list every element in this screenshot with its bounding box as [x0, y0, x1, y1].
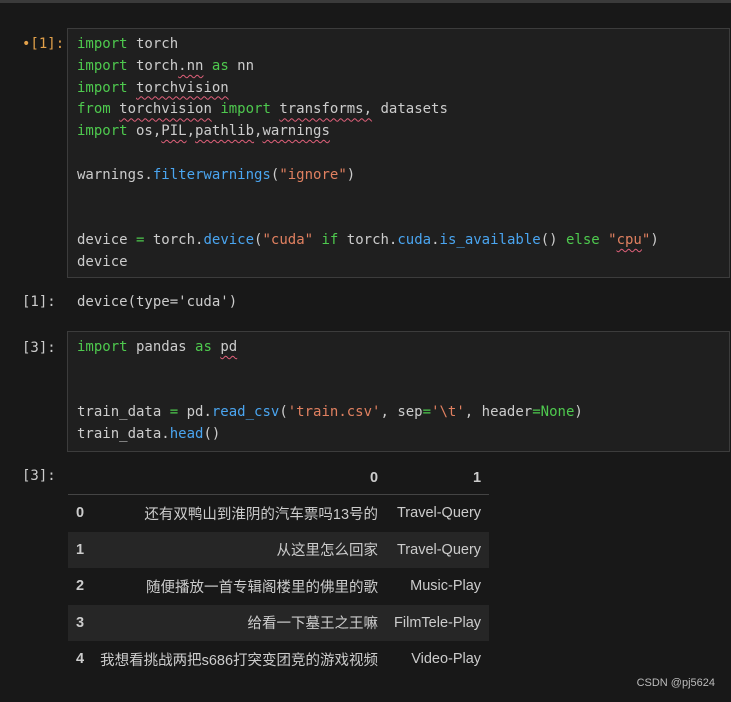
dataframe-table: 0 1 0 还有双鸭山到淮阴的汽车票吗13号的 Travel-Query 1 从…	[68, 462, 490, 678]
cell-label: Travel-Query	[386, 531, 490, 568]
top-border	[0, 0, 731, 3]
code-line: warnings.filterwarnings("ignore")	[77, 166, 356, 183]
code-line: import torch	[77, 36, 179, 52]
column-header-index	[68, 462, 93, 495]
cell-3-prompt: [3]:	[22, 340, 56, 356]
row-index: 1	[68, 531, 93, 568]
code-line: device	[77, 253, 128, 270]
cell-text: 随便播放一首专辑阁楼里的佛里的歌	[146, 579, 379, 596]
code-line: train_data = pd.read_csv('train.csv', se…	[77, 404, 583, 421]
cell-label: Travel-Query	[396, 505, 482, 522]
code-line: import pandas as pd	[77, 339, 238, 355]
cell-text: 我想看挑战两把s686打突变团竞的游戏视频	[100, 652, 379, 669]
table-header-row: 0 1	[68, 462, 490, 495]
code-line: import torchvision	[77, 79, 229, 96]
output-1-prompt: [1]:	[22, 294, 56, 310]
cell-label: Video-Play	[411, 651, 482, 668]
cell-label: FilmTele-Play	[386, 604, 490, 641]
code-line: train_data.head()	[77, 426, 221, 443]
row-index: 4	[76, 651, 85, 668]
row-index: 2	[76, 578, 85, 595]
cell-text: 给看一下墓王之王嘛	[92, 604, 387, 641]
code-line: import os,PIL,pathlib,warnings	[77, 123, 330, 140]
column-header-1: 1	[386, 462, 490, 495]
cell-text: 从这里怎么回家	[92, 531, 387, 568]
table-row: 4 我想看挑战两把s686打突变团竞的游戏视频 Video-Play	[68, 641, 489, 678]
column-header-0: 0	[92, 462, 387, 495]
cell-3-code[interactable]: import pandas as pd train_data = pd.read…	[68, 332, 729, 446]
row-index: 0	[76, 505, 85, 522]
cell-3-editor[interactable]: import pandas as pd train_data = pd.read…	[67, 331, 730, 452]
output-1-text: device(type='cuda')	[77, 294, 238, 310]
code-line: import torch.nn as nn	[77, 57, 255, 74]
cell-label: Music-Play	[410, 578, 482, 595]
watermark: CSDN @pj5624	[636, 677, 715, 689]
code-line: device = torch.device("cuda" if torch.cu…	[77, 232, 659, 249]
cell-1-code[interactable]: import torch import torch.nn as nn import …	[68, 29, 729, 274]
table-row: 0 还有双鸭山到淮阴的汽车票吗13号的 Travel-Query	[68, 495, 489, 532]
code-line: from torchvision import transforms, data…	[77, 101, 448, 118]
row-index: 3	[68, 604, 93, 641]
table-row: 2 随便播放一首专辑阁楼里的佛里的歌 Music-Play	[68, 568, 489, 605]
cell-1-prompt: •[1]:	[22, 36, 65, 52]
cell-text: 还有双鸭山到淮阴的汽车票吗13号的	[144, 506, 379, 523]
table-row: 1 从这里怎么回家 Travel-Query	[68, 531, 490, 568]
cell-1-editor[interactable]: import torch import torch.nn as nn import …	[67, 28, 730, 278]
output-3-prompt: [3]:	[22, 468, 56, 484]
table-row: 3 给看一下墓王之王嘛 FilmTele-Play	[68, 604, 490, 641]
